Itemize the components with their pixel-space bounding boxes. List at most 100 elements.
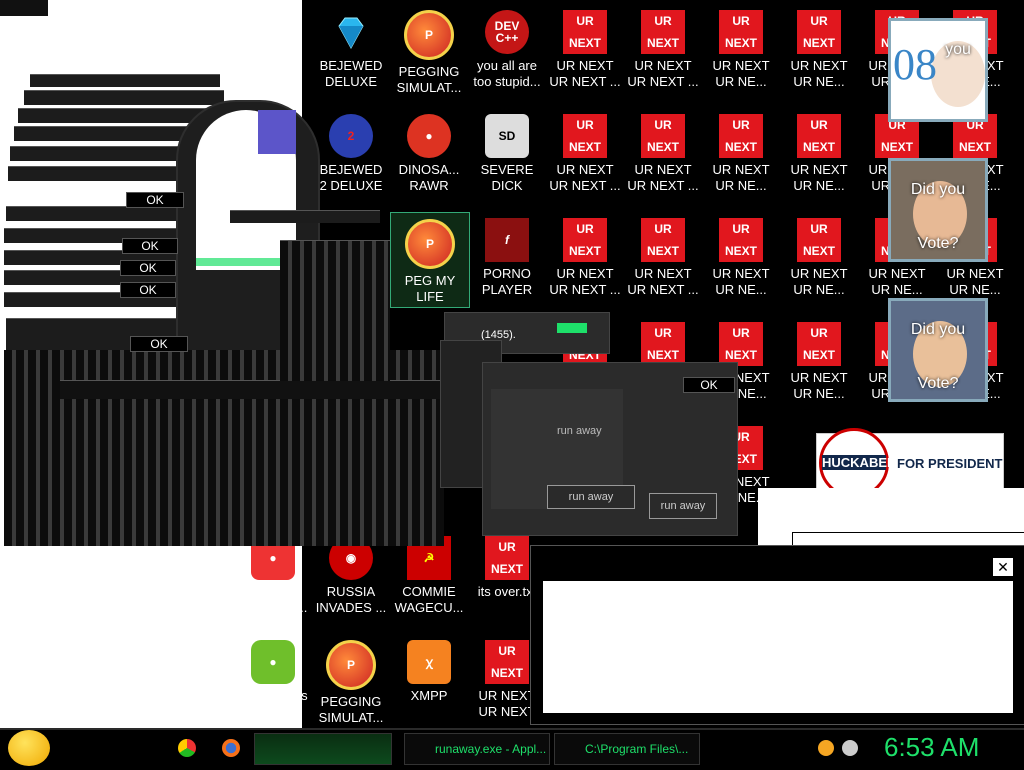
desktop-icon-bejewed2[interactable]: 2 BEJEWED 2 DELUXE xyxy=(312,108,390,194)
icon-label: BEJEWED xyxy=(319,58,383,73)
ok-button[interactable]: OK xyxy=(120,260,176,276)
portrait-did-you-vote-2[interactable]: Did you Vote? xyxy=(888,298,988,402)
close-icon[interactable]: ✕ xyxy=(993,558,1013,576)
taskbar-active-item[interactable] xyxy=(254,733,392,765)
search-icon[interactable] xyxy=(818,740,834,756)
desktop-icon-peg-my-life[interactable]: P PEG MY LIFE xyxy=(390,212,470,308)
icon-label: UR NEXT xyxy=(790,162,848,177)
desktop-icon-ur-next[interactable]: URNEXTUR NEXTUR NEXT ... xyxy=(624,108,702,194)
pig-icon: ● xyxy=(251,640,295,684)
next-text: NEXT xyxy=(646,348,679,362)
desktop-icon-ur-next[interactable]: URNEXTUR NEXTUR NEXT ... xyxy=(546,108,624,194)
desktop-icon-ur-next[interactable]: URNEXTUR NEXTUR NEXT ... xyxy=(546,4,624,90)
next-text: NEXT xyxy=(646,140,679,154)
next-text: NEXT xyxy=(724,244,757,258)
ur-next-icon: UR NEXT xyxy=(719,218,763,262)
icon-label: Bad Piggies xyxy=(238,688,308,703)
icon-label: UR NEXT xyxy=(712,266,770,281)
chrome-icon[interactable] xyxy=(178,739,196,757)
taskbar-item-program-files[interactable]: C:\Program Files\... xyxy=(554,733,700,765)
portrait-did-you-vote-1[interactable]: Did you Vote? xyxy=(888,158,988,262)
ur-next-icon: UR NEXT xyxy=(719,322,763,366)
desktop-icon-devcpp[interactable]: DEV C++ you all are too stupid... xyxy=(468,4,546,90)
dialog-content xyxy=(543,581,1013,713)
icon-label: INVADES ... xyxy=(315,600,387,615)
app-icon-fragment xyxy=(258,110,296,154)
desktop-icon-xmpp[interactable]: ꭓ XMPP xyxy=(390,634,468,704)
desktop-icon-ur-next[interactable]: URNEXT UR NEXTUR NE... xyxy=(702,212,780,298)
desktop-icon-ur-next[interactable]: URNEXTUR NEXTUR NE... xyxy=(702,108,780,194)
ok-button[interactable]: OK xyxy=(122,238,178,254)
taskbar-item-runaway[interactable]: runaway.exe - Appl... xyxy=(404,733,550,765)
firefox-icon[interactable] xyxy=(222,739,240,757)
icon-label: UR NEXT ... xyxy=(549,178,621,193)
icon-label: fuck is goi... xyxy=(238,600,308,615)
ur-next-icon: UR NEXT xyxy=(485,640,529,684)
window-edge xyxy=(24,90,224,105)
icon-label: DICK xyxy=(491,178,523,193)
run-away-button[interactable]: run away xyxy=(649,493,717,519)
portrait-08[interactable]: 08 you xyxy=(888,18,988,122)
next-text: NEXT xyxy=(802,244,835,258)
window-edge xyxy=(60,380,460,399)
window-edge xyxy=(30,74,220,87)
desktop-icon-ur-next[interactable]: URNEXTUR NEXTUR NEXT ... xyxy=(546,212,624,298)
ur-text: UR xyxy=(732,326,750,340)
desktop-icon-ur-next[interactable]: URNEXTUR NEXTUR NE... xyxy=(780,212,858,298)
xampp-icon: ꭓ xyxy=(407,640,451,684)
next-text: NEXT xyxy=(568,140,601,154)
icon-label: UR NE... xyxy=(793,386,845,401)
desktop-icon-ur-next[interactable]: URNEXTUR NEXTUR NE... xyxy=(780,4,858,90)
portrait-text: Vote? xyxy=(917,235,959,252)
smiley-start-icon[interactable] xyxy=(8,730,50,766)
run-away-button[interactable]: run away xyxy=(547,485,635,509)
desktop-icon-ur-next[interactable]: URNEXTUR NEXTUR NEXT ... xyxy=(624,212,702,298)
pegging-p-icon: P xyxy=(326,640,376,690)
icon-label: UR NEXT xyxy=(634,162,692,177)
ur-next-icon: UR NEXT xyxy=(797,114,841,158)
ur-next-icon: UR NEXT xyxy=(797,218,841,262)
icon-label: PLAYER xyxy=(481,282,533,297)
tray-icon[interactable] xyxy=(842,740,858,756)
icon-label: RAWR xyxy=(409,178,449,193)
desktop-icon-pegging[interactable]: P PEGGING SIMULAT... xyxy=(390,4,468,96)
icon-label: UR NEXT ... xyxy=(627,74,699,89)
icon-label: LIFE xyxy=(416,289,444,304)
desktop-icon-ur-next[interactable]: URNEXTUR NEXTUR NEXT ... xyxy=(624,4,702,90)
desktop-icon-bad-piggies[interactable]: ● Bad Piggies xyxy=(234,634,312,704)
desktop-icon-ur-next[interactable]: URNEXTUR NEXTUR NE... xyxy=(780,316,858,402)
icon-label: PEGGING xyxy=(398,64,460,79)
window-edge xyxy=(230,210,380,223)
desktop-icon-severe[interactable]: SD SEVERE DICK xyxy=(468,108,546,194)
desktop-icon-ur-next[interactable]: URNEXTUR NEXTUR NE... xyxy=(702,4,780,90)
icon-label: UR NEXT ... xyxy=(549,74,621,89)
desktop-icon-ur-next[interactable]: URNEXTUR NEXTUR NE... xyxy=(780,108,858,194)
runaway-dialog: OK run away run away run away xyxy=(482,362,738,536)
next-text: NEXT xyxy=(880,140,913,154)
next-text: NEXT xyxy=(802,348,835,362)
icon-label: RUSSIA xyxy=(326,584,376,599)
ok-button[interactable]: OK xyxy=(126,192,184,208)
ok-button[interactable]: OK xyxy=(130,336,188,352)
desktop-icon-dinosaur[interactable]: ● DINOSA... RAWR xyxy=(390,108,468,194)
desktop-icon-porno-player[interactable]: f PORNO PLAYER xyxy=(468,212,546,298)
portrait-text: you xyxy=(945,41,971,58)
desktop-icon-pegging-2[interactable]: P PEGGING SIMULAT... xyxy=(312,634,390,726)
icon-label: UR NEXT ... xyxy=(627,282,699,297)
ur-text: UR xyxy=(732,118,750,132)
clock[interactable]: 6:53 AM xyxy=(884,732,979,763)
desktop-icon-bejewed[interactable]: BEJEWED DELUXE xyxy=(312,4,390,90)
next-text: NEXT xyxy=(568,36,601,50)
ok-button[interactable]: OK xyxy=(120,282,176,298)
pegging-p-icon: P xyxy=(405,219,455,269)
portrait-text: Vote? xyxy=(917,375,959,392)
next-text: NEXT xyxy=(802,140,835,154)
ok-button[interactable]: OK xyxy=(683,377,735,393)
huckabee-banner[interactable]: HUCKABEE FOR PRESIDENT xyxy=(816,428,1004,498)
blank-dialog: ✕ xyxy=(530,545,1024,725)
ur-text: UR xyxy=(654,118,672,132)
icon-label: BEJEWED xyxy=(319,162,383,177)
next-text: NEXT xyxy=(490,666,523,680)
ur-text: UR xyxy=(576,222,594,236)
icon-label: UR NE... xyxy=(715,282,767,297)
